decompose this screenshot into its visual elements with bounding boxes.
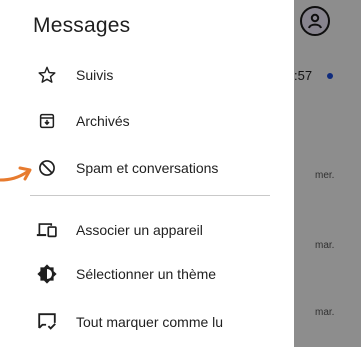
devices-icon xyxy=(36,219,58,241)
drawer-item-label: Tout marquer comme lu xyxy=(76,314,224,330)
drawer-item-mark-all-read[interactable]: Tout marquer comme lu xyxy=(0,302,294,342)
annotation-arrow-icon xyxy=(0,166,32,182)
drawer-item-label: Suivis xyxy=(76,67,114,83)
drawer-item-label: Sélectionner un thème xyxy=(76,266,217,282)
drawer-item-label: Associer un appareil xyxy=(76,222,203,238)
drawer-item-label: Archivés xyxy=(76,113,130,129)
star-outline-icon xyxy=(36,64,58,86)
archive-icon xyxy=(36,110,58,132)
mark-read-icon xyxy=(36,311,58,333)
drawer-divider xyxy=(30,195,270,196)
navigation-drawer: Messages Suivis Archivés Spam et convers… xyxy=(0,0,294,347)
drawer-item-pair-device[interactable]: Associer un appareil xyxy=(0,210,294,250)
drawer-item-spam[interactable]: Spam et conversations xyxy=(0,148,294,188)
drawer-item-archived[interactable]: Archivés xyxy=(0,101,294,141)
drawer-title: Messages xyxy=(33,14,131,37)
drawer-item-label: Spam et conversations xyxy=(76,160,219,176)
block-icon xyxy=(36,157,58,179)
drawer-item-starred[interactable]: Suivis xyxy=(0,55,294,95)
theme-icon xyxy=(36,263,58,285)
drawer-item-theme[interactable]: Sélectionner un thème xyxy=(0,254,294,294)
